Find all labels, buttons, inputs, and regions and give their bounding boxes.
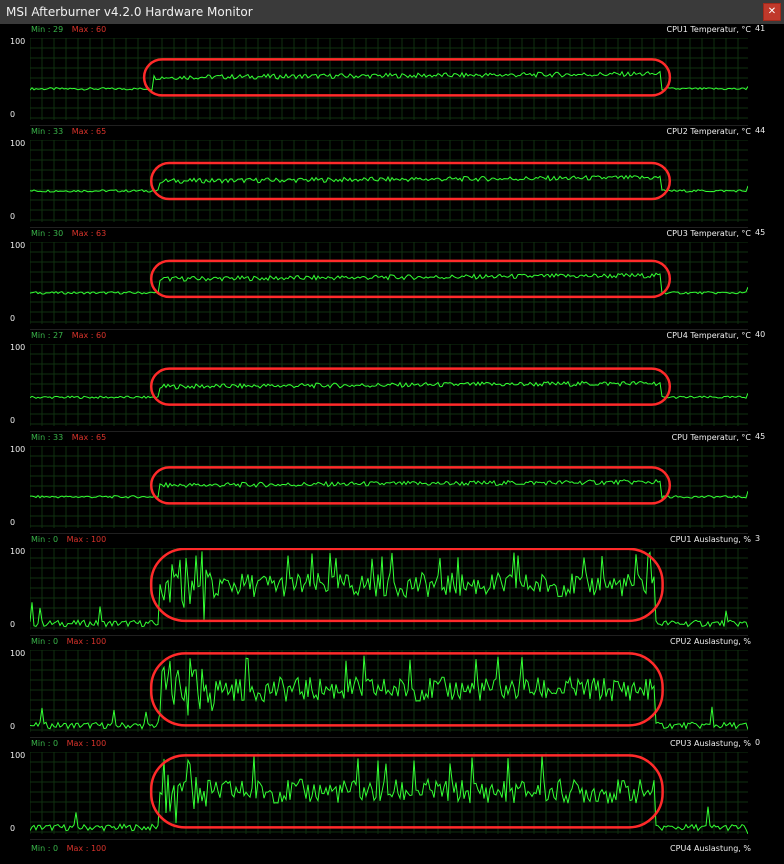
graph-grid [30, 446, 748, 528]
min-label: Min : 33 [31, 433, 64, 442]
min-label: Min : 0 [31, 535, 59, 544]
panel-divider [30, 839, 748, 840]
panel-title: CPU3 Temperatur, °C [666, 229, 752, 238]
panel-title: CPU2 Temperatur, °C [666, 127, 752, 136]
panel-title: CPU1 Auslastung, % [670, 535, 751, 544]
partial-panel: Min : 0 Max : 100 CPU4 Auslastung, % [0, 844, 784, 864]
max-label: Max : 100 [66, 637, 107, 646]
graph-svg [30, 140, 748, 222]
axis-min-label: 0 [10, 824, 16, 833]
max-label: Max : 65 [71, 433, 107, 442]
annotation-highlight [149, 548, 664, 623]
graph-svg [30, 242, 748, 324]
minmax-labels: Min : 0 Max : 100 [31, 637, 106, 646]
max-label: Max : 63 [71, 229, 107, 238]
partial-minmax: Min : 0 Max : 100 [31, 844, 106, 853]
partial-min-label: Min : 0 [31, 844, 59, 853]
axis-max-label: 100 [10, 547, 26, 556]
minmax-labels: Min : 29 Max : 60 [31, 25, 106, 34]
axis-max-label: 100 [10, 139, 26, 148]
graph-grid [30, 140, 748, 222]
graph-area [30, 650, 748, 732]
axis-min-label: 0 [10, 620, 16, 629]
graph-area [30, 38, 748, 120]
graph-svg [30, 752, 748, 834]
current-value: 41 [755, 24, 766, 33]
monitor-panel: Min : 29 Max : 60 CPU1 Temperatur, °C 10… [0, 24, 784, 126]
monitor-panel: Min : 0 Max : 100 CPU2 Auslastung, % 100… [0, 636, 784, 738]
graph-area [30, 344, 748, 426]
max-label: Max : 100 [66, 739, 107, 748]
minmax-labels: Min : 0 Max : 100 [31, 739, 106, 748]
min-label: Min : 0 [31, 739, 59, 748]
window-titlebar: MSI Afterburner v4.2.0 Hardware Monitor … [0, 0, 784, 24]
current-value: 44 [755, 126, 766, 135]
axis-min-label: 0 [10, 212, 16, 221]
axis-min-label: 0 [10, 722, 16, 731]
axis-max-label: 100 [10, 241, 26, 250]
axis-max-label: 100 [10, 37, 26, 46]
max-label: Max : 100 [66, 535, 107, 544]
axis-max-label: 100 [10, 751, 26, 760]
close-icon[interactable]: ✕ [763, 3, 781, 21]
graph-svg [30, 38, 748, 120]
monitor-panel: Min : 33 Max : 65 CPU2 Temperatur, °C 10… [0, 126, 784, 228]
axis-min-label: 0 [10, 416, 16, 425]
min-label: Min : 27 [31, 331, 64, 340]
axis-max-label: 100 [10, 445, 26, 454]
minmax-labels: Min : 0 Max : 100 [31, 535, 106, 544]
graph-svg [30, 344, 748, 426]
min-label: Min : 30 [31, 229, 64, 238]
graph-area [30, 752, 748, 834]
monitor-panel: Min : 0 Max : 100 CPU3 Auslastung, % 100… [0, 738, 784, 840]
min-label: Min : 0 [31, 637, 59, 646]
axis-max-label: 100 [10, 649, 26, 658]
graph-area [30, 140, 748, 222]
graph-svg [30, 650, 748, 732]
partial-max-label: Max : 100 [66, 844, 107, 853]
current-value: 3 [755, 534, 761, 543]
minmax-labels: Min : 30 Max : 63 [31, 229, 106, 238]
graph-area [30, 242, 748, 324]
graph-svg [30, 446, 748, 528]
panel-title: CPU Temperatur, °C [671, 433, 751, 442]
minmax-labels: Min : 27 Max : 60 [31, 331, 106, 340]
axis-max-label: 100 [10, 343, 26, 352]
panel-title: CPU2 Auslastung, % [670, 637, 751, 646]
current-value: 40 [755, 330, 766, 339]
panel-title: CPU4 Temperatur, °C [666, 331, 752, 340]
panel-title: CPU3 Auslastung, % [670, 739, 751, 748]
axis-min-label: 0 [10, 518, 16, 527]
graph-area [30, 548, 748, 630]
max-label: Max : 60 [71, 331, 107, 340]
current-value: 45 [755, 432, 766, 441]
monitor-panel: Min : 27 Max : 60 CPU4 Temperatur, °C 10… [0, 330, 784, 432]
max-label: Max : 60 [71, 25, 107, 34]
graph-grid [30, 38, 748, 120]
panel-title: CPU1 Temperatur, °C [666, 25, 752, 34]
minmax-labels: Min : 33 Max : 65 [31, 127, 106, 136]
graph-grid [30, 752, 748, 834]
min-label: Min : 29 [31, 25, 64, 34]
monitor-panel: Min : 30 Max : 63 CPU3 Temperatur, °C 10… [0, 228, 784, 330]
max-label: Max : 65 [71, 127, 107, 136]
annotation-highlight [149, 466, 672, 505]
partial-panel-title: CPU4 Auslastung, % [670, 844, 751, 853]
graph-grid [30, 242, 748, 324]
axis-min-label: 0 [10, 314, 16, 323]
annotation-highlight [149, 652, 664, 727]
window-title: MSI Afterburner v4.2.0 Hardware Monitor [6, 5, 253, 19]
graph-area [30, 446, 748, 528]
minmax-labels: Min : 33 Max : 65 [31, 433, 106, 442]
current-value: 45 [755, 228, 766, 237]
monitor-panel: Min : 0 Max : 100 CPU1 Auslastung, % 100… [0, 534, 784, 636]
monitor-panel: Min : 33 Max : 65 CPU Temperatur, °C 100… [0, 432, 784, 534]
min-label: Min : 33 [31, 127, 64, 136]
axis-min-label: 0 [10, 110, 16, 119]
current-value: 0 [755, 738, 761, 747]
graph-svg [30, 548, 748, 630]
